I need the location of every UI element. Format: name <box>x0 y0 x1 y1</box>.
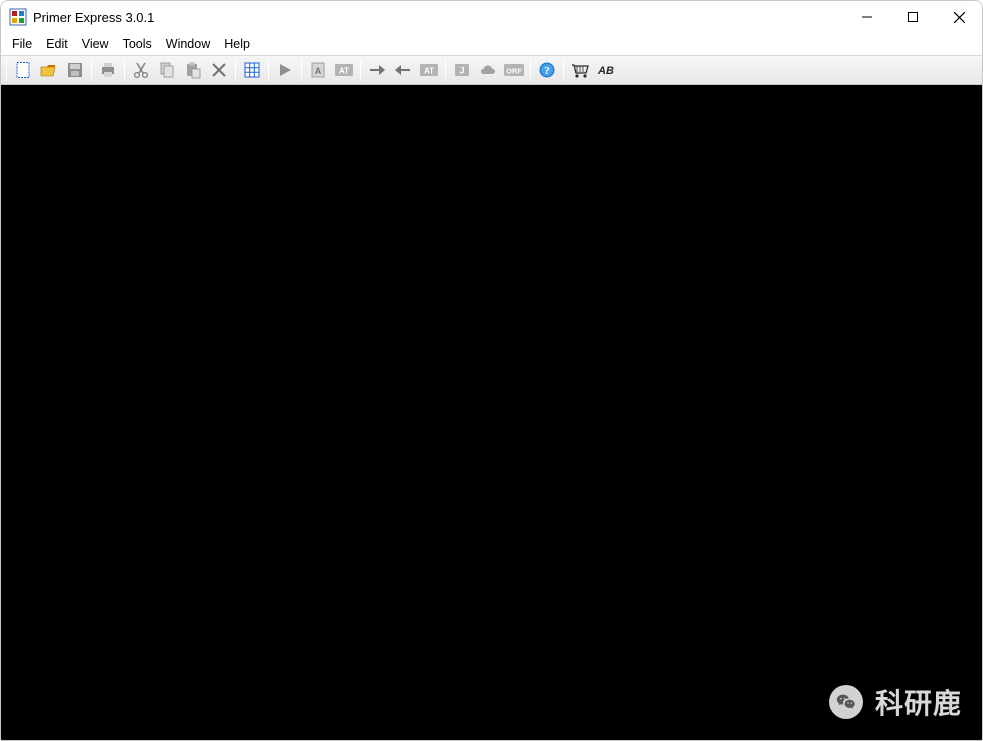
menu-view[interactable]: View <box>75 35 116 53</box>
app-window: Primer Express 3.0.1 File Edit View Tool… <box>0 0 983 741</box>
menu-edit[interactable]: Edit <box>39 35 75 53</box>
app-title: Primer Express 3.0.1 <box>33 10 154 25</box>
svg-text:AT: AT <box>339 67 349 76</box>
forward-button[interactable] <box>364 57 390 83</box>
paste-button[interactable] <box>180 57 206 83</box>
open-button[interactable] <box>36 57 62 83</box>
toolbar-separator <box>445 59 446 81</box>
badge-ab-button[interactable]: AB <box>593 57 619 83</box>
svg-text:AT: AT <box>424 67 434 76</box>
doc-a-button[interactable]: A <box>305 57 331 83</box>
toolbar-separator <box>530 59 531 81</box>
menu-tools[interactable]: Tools <box>116 35 159 53</box>
menu-file[interactable]: File <box>5 35 39 53</box>
wechat-icon <box>829 685 863 719</box>
toolbar-separator <box>6 59 7 81</box>
workspace: 科研鹿 <box>1 85 982 740</box>
maximize-button[interactable] <box>890 1 936 33</box>
toolbar-separator <box>301 59 302 81</box>
new-button[interactable] <box>10 57 36 83</box>
menu-window[interactable]: Window <box>159 35 217 53</box>
toolbar-separator <box>91 59 92 81</box>
watermark: 科研鹿 <box>829 682 962 722</box>
copy-button[interactable] <box>154 57 180 83</box>
close-button[interactable] <box>936 1 982 33</box>
badge-j-button[interactable]: J <box>449 57 475 83</box>
badge-orf-button[interactable]: ORF <box>501 57 527 83</box>
cart-button[interactable] <box>567 57 593 83</box>
minimize-button[interactable] <box>844 1 890 33</box>
svg-text:AB: AB <box>597 65 614 77</box>
toolbar-separator <box>360 59 361 81</box>
cut-button[interactable] <box>128 57 154 83</box>
toolbar-separator <box>235 59 236 81</box>
run-button[interactable] <box>272 57 298 83</box>
back-button[interactable] <box>390 57 416 83</box>
cloud-button[interactable] <box>475 57 501 83</box>
toolbar-separator <box>124 59 125 81</box>
delete-button[interactable] <box>206 57 232 83</box>
help-button[interactable]: ? <box>534 57 560 83</box>
svg-text:?: ? <box>544 65 550 77</box>
toolbar: A AT AT J ORF ? <box>1 55 982 85</box>
watermark-text: 科研鹿 <box>875 682 962 722</box>
grid-button[interactable] <box>239 57 265 83</box>
menu-bar: File Edit View Tools Window Help <box>1 33 982 55</box>
badge-at2-button[interactable]: AT <box>416 57 442 83</box>
save-button[interactable] <box>62 57 88 83</box>
toolbar-separator <box>268 59 269 81</box>
svg-text:ORF: ORF <box>506 67 522 76</box>
svg-text:J: J <box>459 66 464 76</box>
badge-at-button[interactable]: AT <box>331 57 357 83</box>
app-icon <box>9 8 27 26</box>
svg-text:A: A <box>315 66 322 76</box>
menu-help[interactable]: Help <box>217 35 257 53</box>
print-button[interactable] <box>95 57 121 83</box>
toolbar-separator <box>563 59 564 81</box>
title-bar: Primer Express 3.0.1 <box>1 1 982 33</box>
